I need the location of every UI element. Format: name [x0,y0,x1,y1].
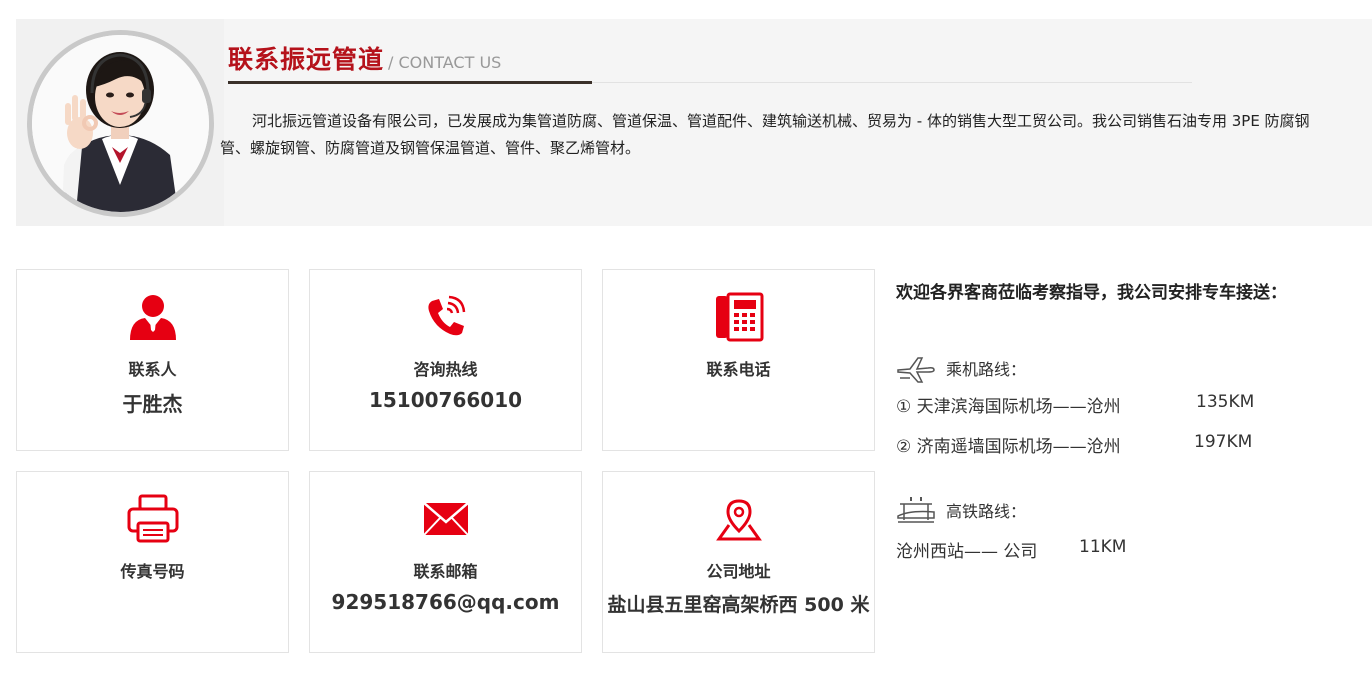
printer-icon [17,494,288,544]
card-label: 联系电话 [706,360,771,379]
route-distance: 11KM [1079,537,1127,557]
train-station-icon [896,494,936,526]
route-distance: 197KM [1194,432,1253,452]
welcome-text: 欢迎各界客商莅临考察指导，我公司安排专车接送： [896,283,1287,303]
section-title: 联系振远管道 / CONTACT US [228,40,501,76]
card-telephone: 联系电话 [602,269,875,451]
rail-route-line-1: 沧州西站—— 公司 11KM [896,537,1126,562]
routes-panel: 欢迎各界客商莅临考察指导，我公司安排专车接送： 乘机路线： ① 天津滨海国际机场… [896,278,1356,562]
air-route-line-1: ① 天津滨海国际机场——沧州 135KM [896,392,1254,417]
card-value: 929518766@qq.com [331,590,560,614]
card-label: 咨询热线 [413,360,478,379]
card-label: 联系邮箱 [413,562,478,581]
airplane-icon [896,352,936,384]
rail-route-title: 高铁路线： [946,502,1027,521]
air-route-line-2: ② 济南遥墙国际机场——沧州 197KM [896,432,1252,457]
location-pin-icon [603,494,874,544]
title-divider [592,82,1192,83]
desk-phone-icon [603,292,874,342]
phone-ringing-icon [310,292,581,342]
card-contact-person: 联系人 于胜杰 [16,269,289,451]
route-name: 沧州西站—— 公司 [896,542,1038,562]
card-value: 15100766010 [368,388,523,412]
section-title-cn: 联系振远管道 [228,45,385,74]
customer-service-avatar [27,30,214,217]
company-intro: 河北振远管道设备有限公司，已发展成为集管道防腐、管道保温、管道配件、建筑输送机械… [220,112,1310,157]
card-value: 盐山县五里窑高架桥西 500 米 [607,594,870,616]
person-icon [17,292,288,342]
route-name: ② 济南遥墙国际机场——沧州 [896,437,1121,457]
card-address: 公司地址 盐山县五里窑高架桥西 500 米 [602,471,875,653]
card-email: 联系邮箱 929518766@qq.com [309,471,582,653]
rail-route-heading: 高铁路线： [896,494,1026,526]
card-label: 公司地址 [706,562,771,581]
card-hotline: 咨询热线 15100766010 [309,269,582,451]
air-route-title: 乘机路线： [946,360,1027,379]
section-title-en: / CONTACT US [388,53,502,72]
card-label: 联系人 [128,360,177,379]
air-route-heading: 乘机路线： [896,352,1026,384]
card-value: 于胜杰 [122,392,183,416]
envelope-icon [310,494,581,544]
route-name: ① 天津滨海国际机场——沧州 [896,397,1121,417]
route-distance: 135KM [1196,392,1255,412]
card-fax: 传真号码 [16,471,289,653]
card-label: 传真号码 [120,562,185,581]
title-underline [228,81,592,84]
